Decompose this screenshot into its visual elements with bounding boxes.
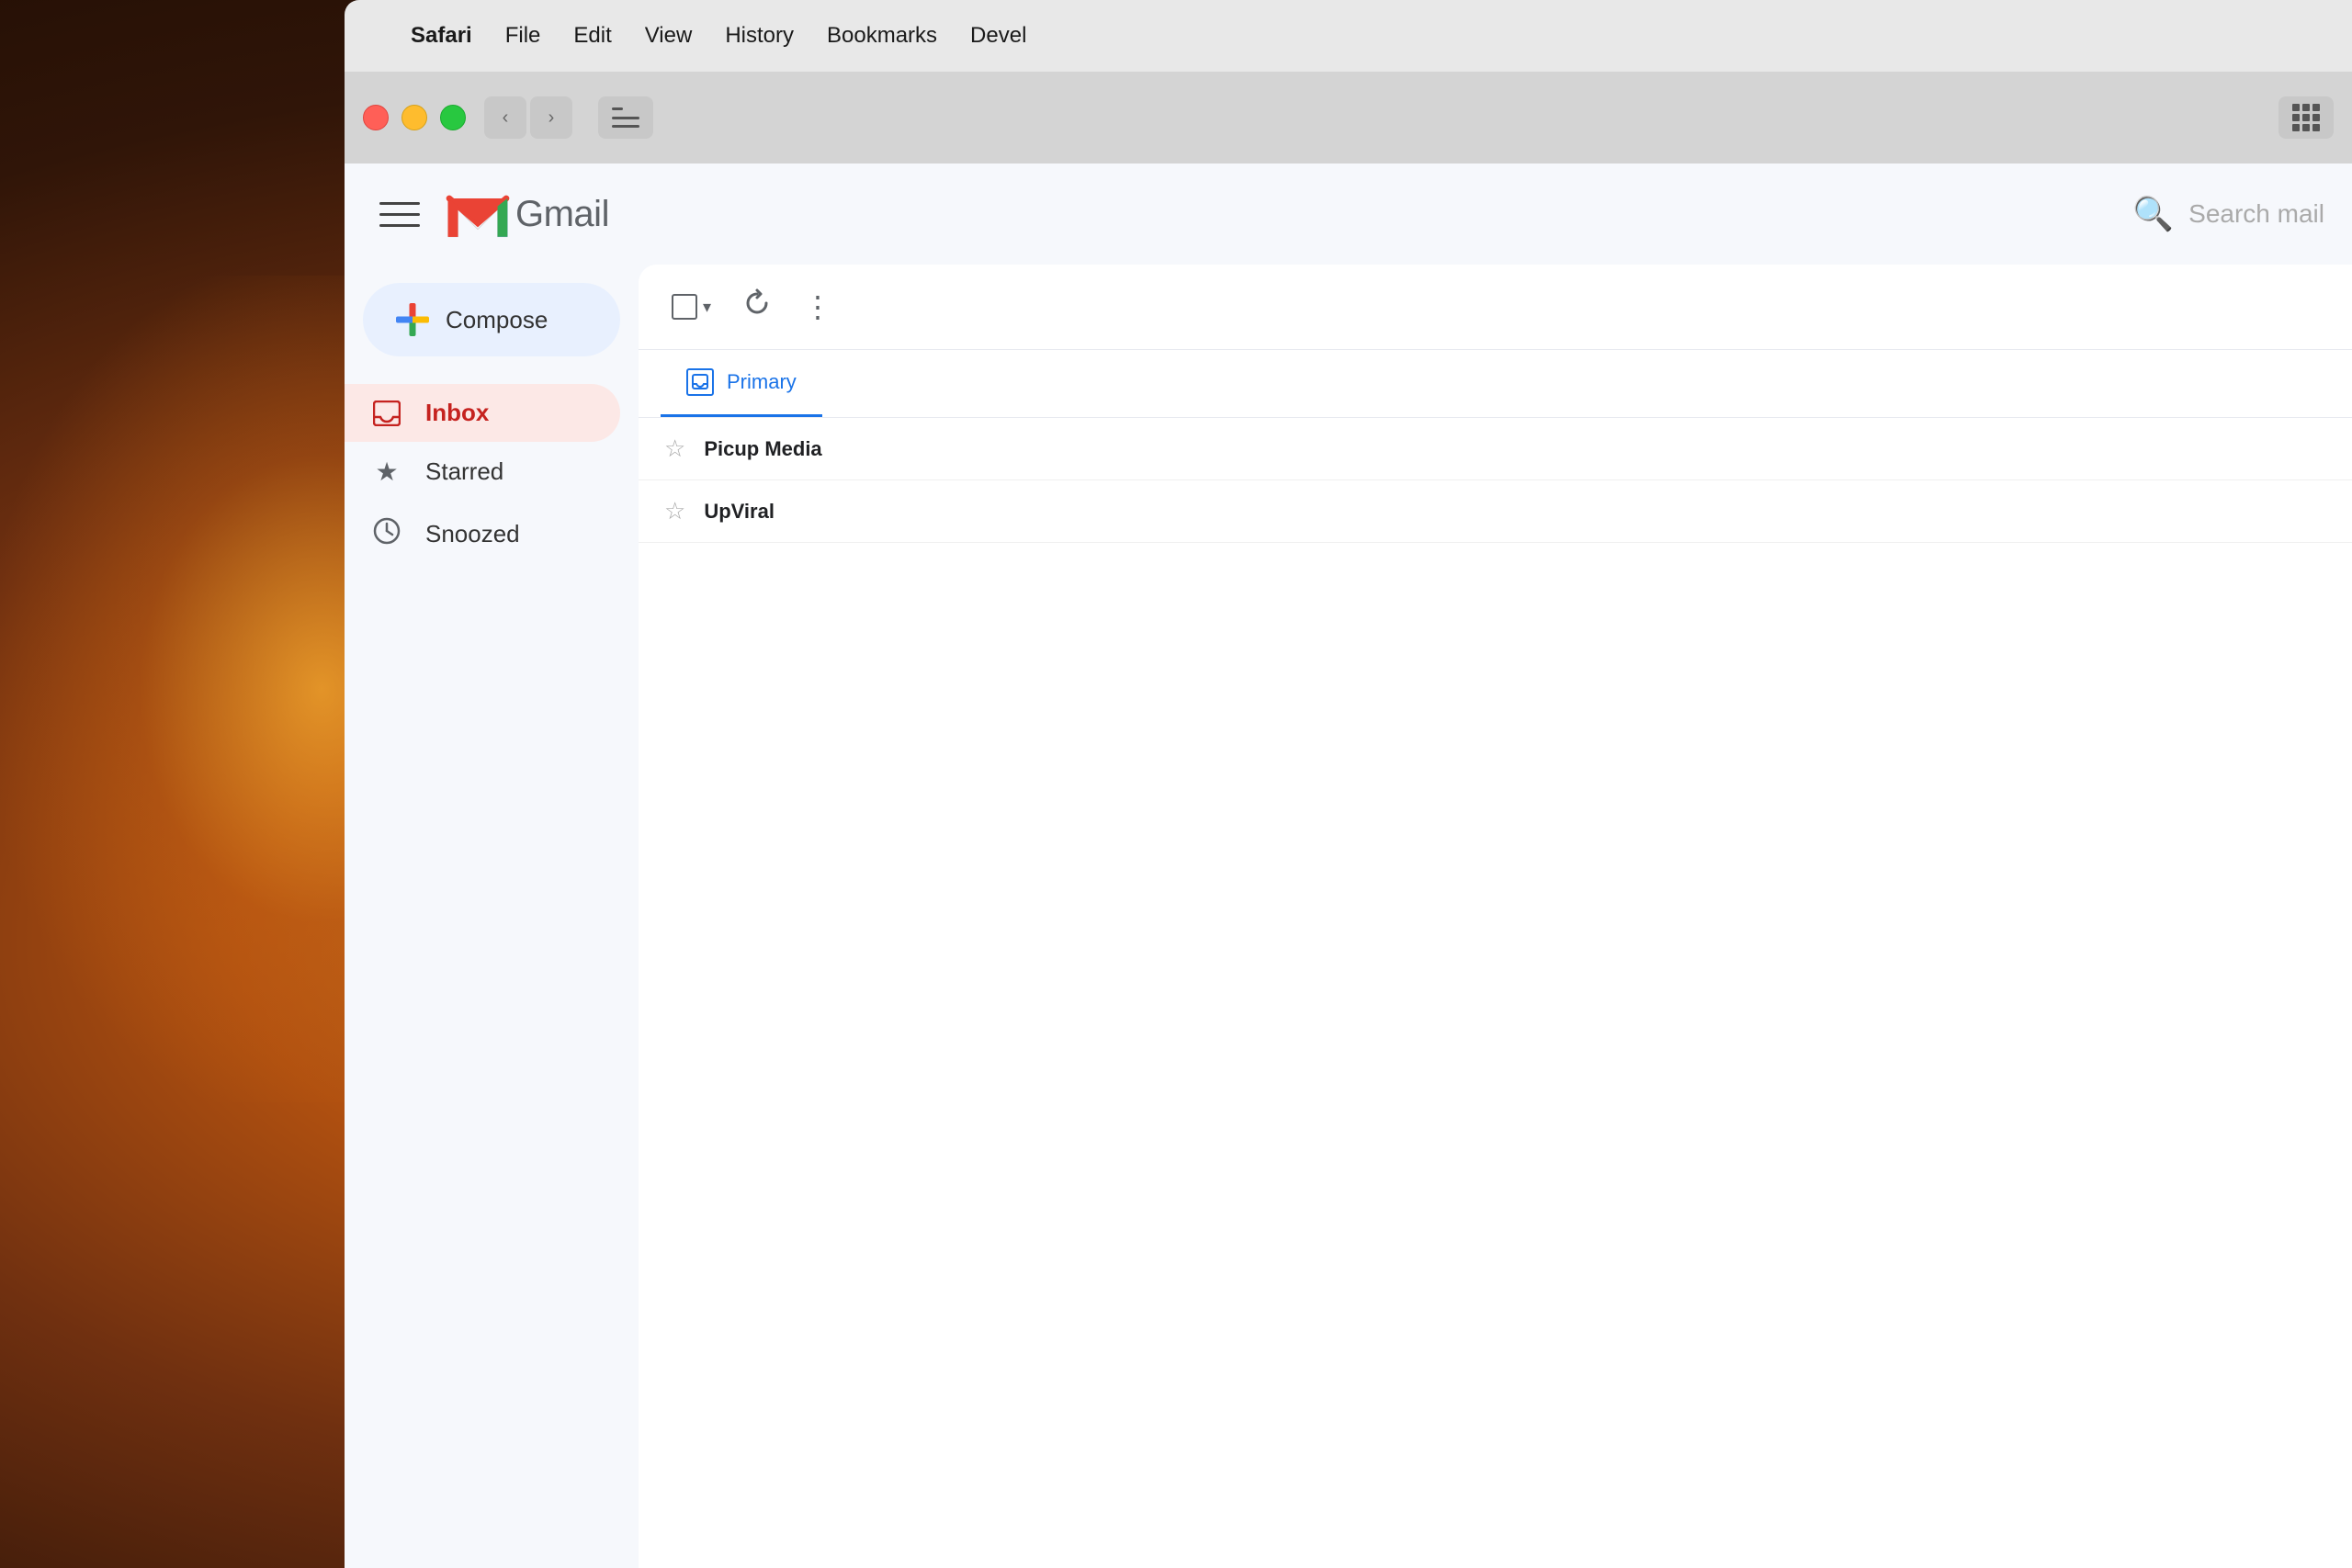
dot — [2302, 104, 2310, 111]
dot — [2292, 124, 2300, 131]
extensions-button[interactable] — [2278, 96, 2334, 139]
menu-view[interactable]: View — [645, 23, 693, 49]
compose-plus-icon — [396, 303, 429, 336]
icon-line-3 — [612, 125, 639, 128]
nav-buttons: ‹ › — [484, 96, 572, 139]
gmail-logo: Gmail — [446, 189, 609, 240]
email-row-upviral[interactable]: ☆ UpViral — [639, 480, 2352, 543]
email-sender-name: Picup Media — [704, 437, 906, 461]
sidebar-item-inbox[interactable]: Inbox — [345, 384, 620, 442]
gmail-content-panel: ▾ ⋮ — [639, 265, 2352, 1568]
sidebar-toggle-icon — [612, 107, 639, 128]
sidebar-item-starred[interactable]: ★ Starred — [345, 442, 620, 502]
hamburger-bar-2 — [379, 213, 420, 216]
dot — [2312, 114, 2320, 121]
menu-bookmarks[interactable]: Bookmarks — [827, 23, 937, 49]
minimize-button[interactable] — [401, 105, 427, 130]
menu-bar: Safari File Edit View History Bookmarks … — [345, 0, 2352, 72]
vertical-dots-icon: ⋮ — [803, 290, 834, 323]
grid-dots-icon — [2292, 104, 2320, 131]
gmail-m-icon — [446, 189, 510, 240]
dot — [2312, 124, 2320, 131]
menu-edit[interactable]: Edit — [573, 23, 611, 49]
select-all-checkbox[interactable]: ▾ — [672, 294, 711, 320]
dot — [2302, 124, 2310, 131]
dot — [2292, 114, 2300, 121]
inbox-tabs: Primary — [639, 350, 2352, 418]
email-sender-name: UpViral — [704, 500, 906, 524]
menu-safari[interactable]: Safari — [411, 23, 472, 49]
primary-tab-label: Primary — [727, 370, 797, 394]
gmail-wordmark: Gmail — [515, 194, 609, 235]
dot — [2312, 104, 2320, 111]
checkbox-square — [672, 294, 697, 320]
traffic-lights — [363, 105, 466, 130]
compose-button[interactable]: Compose — [363, 283, 620, 356]
search-area[interactable]: 🔍 Search mail — [2132, 195, 2324, 233]
refresh-button[interactable] — [741, 287, 774, 327]
dot — [2302, 114, 2310, 121]
close-button[interactable] — [363, 105, 389, 130]
chevron-left-icon: ‹ — [503, 107, 509, 129]
gmail-header: Gmail 🔍 Search mail — [345, 164, 2352, 265]
dot — [2292, 104, 2300, 111]
dropdown-arrow-icon[interactable]: ▾ — [703, 298, 711, 317]
sidebar-toggle-button[interactable] — [598, 96, 653, 139]
browser-toolbar: ‹ › — [345, 72, 2352, 164]
email-row-picup[interactable]: ☆ Picup Media — [639, 418, 2352, 480]
forward-button[interactable]: › — [530, 96, 572, 139]
chevron-right-icon: › — [548, 107, 555, 129]
inbox-icon — [370, 400, 403, 426]
starred-label: Starred — [425, 457, 503, 486]
compose-label: Compose — [446, 306, 548, 334]
icon-line-2 — [612, 117, 639, 119]
snoozed-icon — [370, 516, 403, 552]
maximize-button[interactable] — [440, 105, 466, 130]
tab-primary[interactable]: Primary — [661, 350, 822, 417]
hamburger-bar-3 — [379, 224, 420, 227]
more-options-button[interactable]: ⋮ — [803, 289, 834, 324]
snoozed-label: Snoozed — [425, 520, 520, 548]
gmail-app: Gmail 🔍 Search mail Compose — [345, 164, 2352, 1568]
sidebar-item-snoozed[interactable]: Snoozed — [345, 502, 620, 567]
menu-develop[interactable]: Devel — [970, 23, 1026, 49]
back-button[interactable]: ‹ — [484, 96, 526, 139]
laptop-frame: Safari File Edit View History Bookmarks … — [345, 0, 2352, 1568]
inbox-label: Inbox — [425, 399, 489, 427]
star-icon[interactable]: ☆ — [664, 434, 685, 463]
hamburger-menu-button[interactable] — [372, 186, 427, 242]
menu-history[interactable]: History — [725, 23, 794, 49]
menu-file[interactable]: File — [505, 23, 541, 49]
star-icon[interactable]: ☆ — [664, 497, 685, 525]
starred-icon: ★ — [370, 457, 403, 487]
gmail-sidebar: Compose Inbox ★ Starred — [345, 265, 639, 1568]
icon-line-1 — [612, 107, 623, 110]
hamburger-bar-1 — [379, 202, 420, 205]
gmail-main-layout: Compose Inbox ★ Starred — [345, 265, 2352, 1568]
search-icon: 🔍 — [2132, 195, 2174, 233]
primary-tab-icon — [686, 368, 714, 396]
search-input-placeholder[interactable]: Search mail — [2188, 199, 2324, 229]
content-toolbar: ▾ ⋮ — [639, 265, 2352, 350]
